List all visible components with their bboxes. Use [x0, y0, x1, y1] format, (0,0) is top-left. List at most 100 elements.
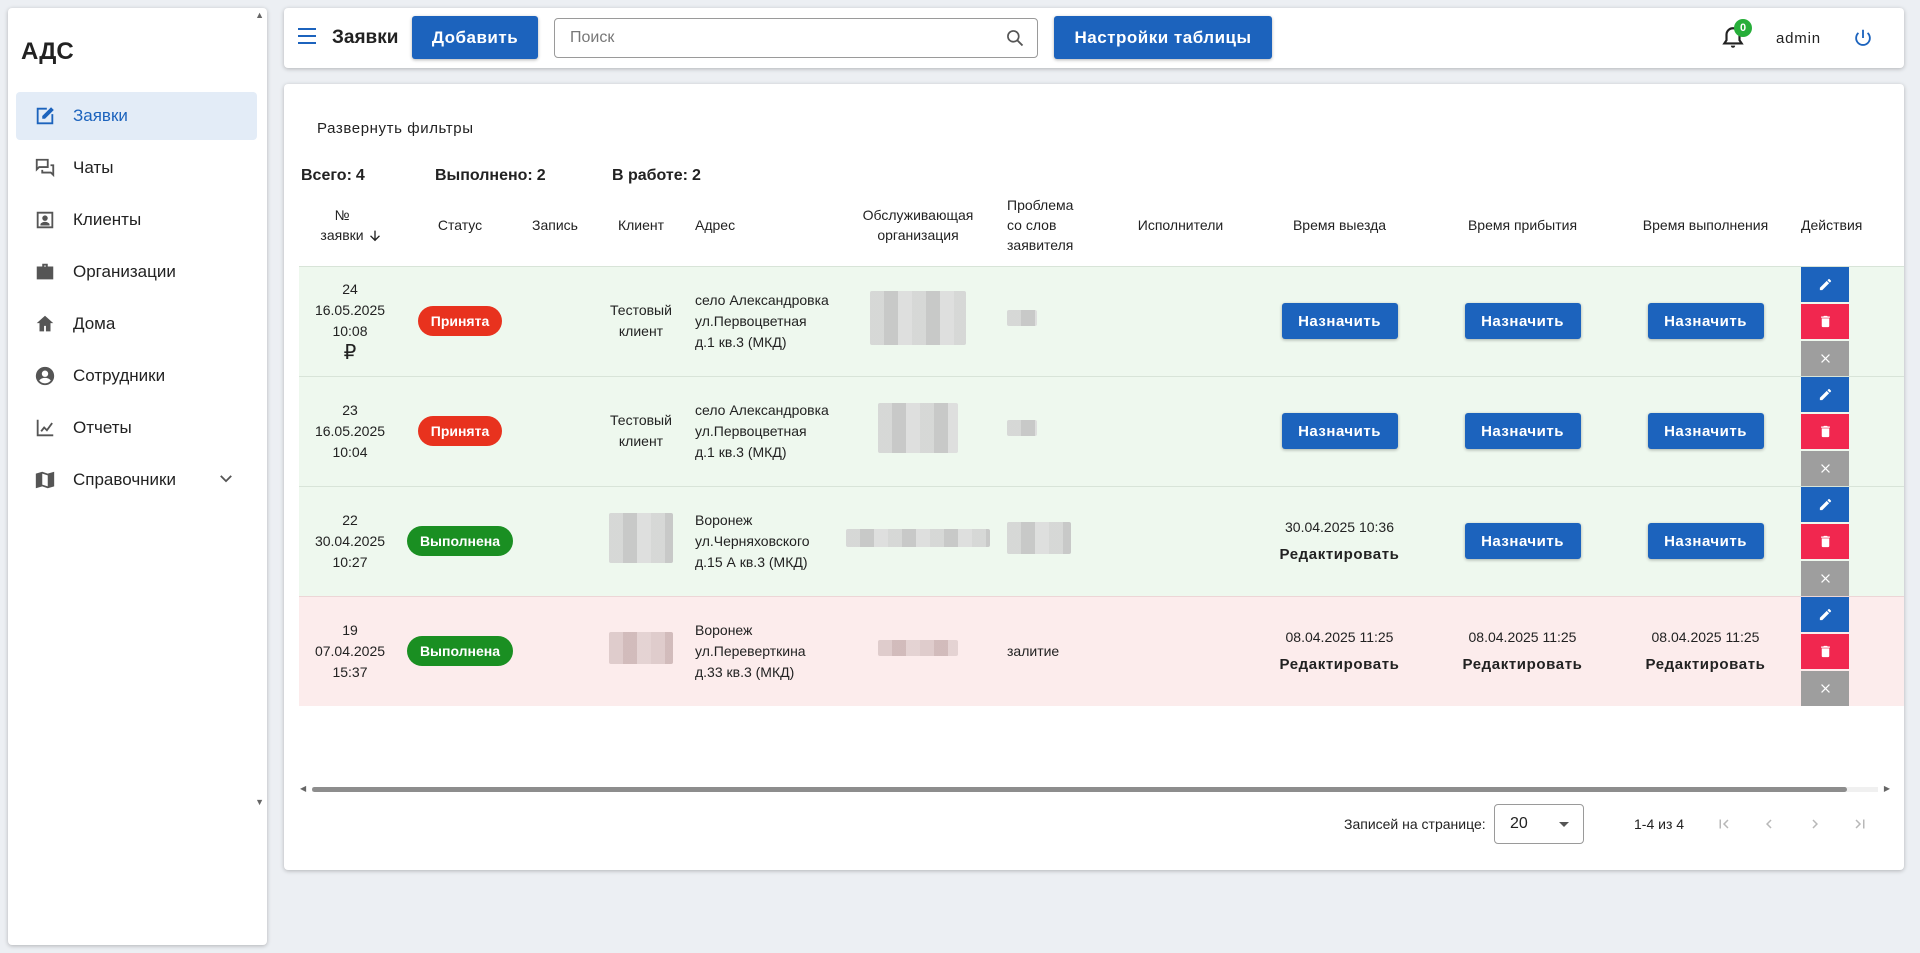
summary-in-work: В работе: 2 [612, 167, 701, 184]
col-problem[interactable]: Проблема со слов заявителя [1003, 184, 1113, 266]
sidebar-item-houses[interactable]: Дома [16, 300, 257, 348]
table-row[interactable]: 22 30.04.2025 10:27 Выполнена Воронеж ул.Ч… [299, 485, 1904, 596]
scroll-left-icon[interactable]: ◀ [300, 784, 306, 793]
col-organization[interactable]: Обслуживающая организация [833, 184, 1003, 266]
cell-executors [1113, 595, 1248, 706]
cell-arrival: Назначить [1431, 265, 1614, 376]
col-number[interactable]: № заявки [299, 184, 401, 266]
redacted-problem [1007, 522, 1071, 554]
table-row[interactable]: 24 16.05.2025 10:08 ₽ Принята Тестовый клие… [299, 265, 1904, 376]
scroll-right-icon[interactable]: ▶ [1884, 784, 1890, 793]
edit-row-button[interactable] [1801, 596, 1849, 632]
col-departure[interactable]: Время выезда [1248, 184, 1431, 266]
cell-problem [1003, 485, 1113, 596]
cell-client [591, 595, 691, 706]
summary-total: Всего: 4 [301, 167, 365, 184]
power-icon[interactable] [1852, 27, 1874, 49]
redacted-organization [870, 291, 966, 345]
col-completion[interactable]: Время выполнения [1614, 184, 1797, 266]
delete-row-button[interactable] [1801, 413, 1849, 449]
sidebar-item-label: Дома [73, 314, 116, 333]
edit-departure-link[interactable]: Редактировать [1252, 654, 1427, 675]
col-arrival[interactable]: Время прибытия [1431, 184, 1614, 266]
caret-down-icon [1559, 822, 1569, 827]
cancel-row-button[interactable] [1801, 560, 1849, 596]
assign-departure-button[interactable]: Назначить [1281, 303, 1398, 339]
sidebar-item-references[interactable]: Справочники [16, 456, 257, 504]
cell-actions [1797, 485, 1904, 596]
search-icon[interactable] [1005, 28, 1025, 48]
edit-departure-link[interactable]: Редактировать [1252, 544, 1427, 565]
cell-organization [833, 265, 1003, 376]
assign-arrival-button[interactable]: Назначить [1464, 413, 1581, 449]
col-address[interactable]: Адрес [691, 184, 833, 266]
sidebar-item-chats[interactable]: Чаты [16, 144, 257, 192]
cell-client [591, 485, 691, 596]
sidebar-item-label: Сотрудники [73, 366, 166, 385]
table-row[interactable]: 23 16.05.2025 10:04 Принята Тестовый клиен… [299, 375, 1904, 486]
table-settings-button[interactable]: Настройки таблицы [1054, 16, 1272, 59]
close-icon [1820, 463, 1830, 473]
add-button[interactable]: Добавить [412, 16, 538, 59]
cancel-row-button[interactable] [1801, 670, 1849, 706]
col-status[interactable]: Статус [401, 184, 519, 266]
contact-card-icon [34, 209, 56, 231]
cancel-row-button[interactable] [1801, 340, 1849, 376]
table-row[interactable]: 19 07.04.2025 15:37 Выполнена Воронеж ул.П… [299, 595, 1904, 706]
col-actions[interactable]: Действия [1797, 184, 1904, 266]
prev-page-button[interactable] [1754, 809, 1784, 839]
delete-row-button[interactable] [1801, 303, 1849, 339]
rows-per-page-select[interactable]: 20 [1494, 804, 1584, 844]
sidebar-item-clients[interactable]: Клиенты [16, 196, 257, 244]
app-brand: АДС [21, 38, 74, 65]
delete-row-button[interactable] [1801, 523, 1849, 559]
trash-icon [1820, 535, 1830, 547]
cell-completion: Назначить [1614, 375, 1797, 486]
cancel-row-button[interactable] [1801, 450, 1849, 486]
chat-icon [34, 157, 56, 179]
sidebar-scroll-down-icon[interactable]: ▼ [255, 797, 264, 807]
search-input[interactable] [555, 19, 975, 57]
assign-completion-button[interactable]: Назначить [1647, 523, 1764, 559]
col-client[interactable]: Клиент [591, 184, 691, 266]
sidebar-scroll-up-icon[interactable]: ▲ [255, 10, 264, 20]
expand-filters-button[interactable]: Развернуть фильтры [317, 120, 474, 137]
ruble-icon: ₽ [343, 341, 357, 364]
edit-arrival-link[interactable]: Редактировать [1435, 654, 1610, 675]
cell-record [519, 595, 591, 706]
sidebar-item-requests[interactable]: Заявки [16, 92, 257, 140]
cell-number: 19 07.04.2025 15:37 [299, 595, 401, 706]
edit-row-button[interactable] [1801, 376, 1849, 412]
edit-completion-link[interactable]: Редактировать [1618, 654, 1793, 675]
delete-row-button[interactable] [1801, 633, 1849, 669]
sidebar-item-label: Клиенты [73, 210, 142, 229]
close-icon [1820, 573, 1830, 583]
edit-row-button[interactable] [1801, 266, 1849, 302]
cell-status: Принята [401, 265, 519, 376]
scrollbar-thumb[interactable] [312, 787, 1847, 792]
assign-arrival-button[interactable]: Назначить [1464, 523, 1581, 559]
col-executors[interactable]: Исполнители [1113, 184, 1248, 266]
first-page-button[interactable] [1709, 809, 1739, 839]
next-page-button[interactable] [1800, 809, 1830, 839]
user-name[interactable]: admin [1776, 30, 1821, 47]
menu-icon[interactable] [298, 28, 320, 48]
sidebar-item-organizations[interactable]: Организации [16, 248, 257, 296]
sidebar-item-reports[interactable]: Отчеты [16, 404, 257, 452]
assign-departure-button[interactable]: Назначить [1281, 413, 1398, 449]
assign-arrival-button[interactable]: Назначить [1464, 303, 1581, 339]
edit-row-button[interactable] [1801, 486, 1849, 522]
requests-table: № заявки Статус Запись Клиент Адрес Обсл… [299, 184, 1904, 706]
sidebar-item-employees[interactable]: Сотрудники [16, 352, 257, 400]
pencil-icon [1819, 278, 1831, 290]
horizontal-scrollbar[interactable]: ◀ ▶ [300, 784, 1890, 794]
last-page-button[interactable] [1845, 809, 1875, 839]
arrow-down-icon[interactable] [367, 228, 383, 244]
col-record[interactable]: Запись [519, 184, 591, 266]
redacted-problem [1007, 310, 1037, 326]
assign-completion-button[interactable]: Назначить [1647, 303, 1764, 339]
chevron-down-icon[interactable] [215, 467, 237, 494]
assign-completion-button[interactable]: Назначить [1647, 413, 1764, 449]
cell-executors [1113, 375, 1248, 486]
page-title: Заявки [332, 27, 399, 48]
